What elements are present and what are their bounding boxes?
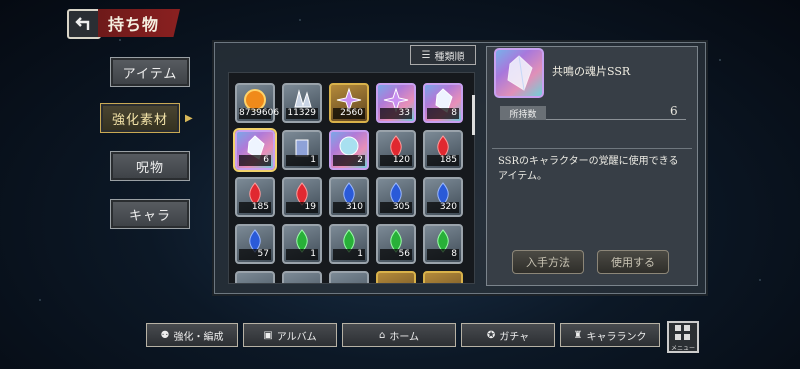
item-quantity: 185 [427,155,459,166]
item-quantity: 8739606 [239,108,280,119]
inventory-cell[interactable]: 310 [329,177,369,217]
inventory-cell[interactable]: 11329 [282,83,322,123]
item-quantity: 33 [380,108,412,119]
shard-icon [507,55,533,91]
tab-materials[interactable]: 強化素材 [100,103,180,133]
item-quantity: 57 [239,249,271,260]
inventory-cell[interactable]: 305 [376,177,416,217]
item-quantity: 2560 [333,108,365,119]
nav-character-rank[interactable]: ♜ キャラランク [560,323,660,347]
inventory-cell[interactable] [423,271,463,283]
inventory-cell[interactable] [235,271,275,283]
item-grid: 8739606 11329 2560 33 8 6 1 2 120 185 185 19 310 305 3… [228,72,475,284]
owned-label: 所持数 [500,106,546,120]
inventory-cell[interactable]: 6 [233,128,277,172]
item-quantity: 305 [380,202,412,213]
grid-menu-icon [675,325,690,340]
inventory-cell[interactable]: 56 [376,224,416,264]
inventory-cell[interactable]: 1 [329,224,369,264]
owned-divider [546,119,686,120]
item-description: SSRのキャラクターの覚醒に使用できるアイテム。 [498,156,679,182]
item-quantity: 11329 [286,108,318,119]
team-icon: ⚉ [160,329,170,341]
grid-scrollbar[interactable] [472,95,475,135]
owned-value: 6 [670,104,678,118]
item-quantity: 120 [380,155,412,166]
inventory-cell[interactable]: 33 [376,83,416,123]
rank-icon: ♜ [573,329,583,341]
page-title: 持ち物 [98,9,180,37]
inventory-cell[interactable]: 8739606 [235,83,280,123]
inventory-cell[interactable] [282,271,322,283]
inventory-cell[interactable]: 8 [423,83,463,123]
nav-home[interactable]: ⌂ ホーム [342,323,456,347]
inventory-cell[interactable]: 1 [282,130,322,170]
item-quantity: 185 [239,202,271,213]
inventory-cell[interactable]: 2560 [329,83,369,123]
back-arrow-icon [75,17,90,30]
nav-album[interactable]: ▣ アルバム [243,323,337,347]
inventory-cell[interactable]: 57 [235,224,275,264]
inventory-cell[interactable]: 120 [376,130,416,170]
tab-items[interactable]: アイテム [110,57,190,87]
description-divider [492,148,692,149]
gacha-icon: ✪ [486,329,496,341]
item-quantity: 8 [427,249,459,260]
sort-button[interactable]: ☰ 種類順 [410,45,476,65]
tab-cursed[interactable]: 呪物 [110,151,190,181]
album-icon: ▣ [263,329,273,341]
item-quantity: 310 [333,202,365,213]
inventory-cell[interactable] [329,271,369,283]
obtain-method-button[interactable]: 入手方法 [512,250,584,274]
tab-characters[interactable]: キャラ [110,199,190,229]
inventory-cell[interactable]: 2 [329,130,369,170]
item-quantity: 320 [427,202,459,213]
item-quantity: 1 [286,155,318,166]
nav-gacha[interactable]: ✪ ガチャ [461,323,555,347]
inventory-cell[interactable]: 8 [423,224,463,264]
item-quantity: 1 [286,249,318,260]
selected-item-icon [494,48,544,98]
menu-label: メニュー [670,345,695,352]
item-quantity: 2 [333,155,365,166]
item-quantity: 1 [333,249,365,260]
inventory-cell[interactable] [376,271,416,283]
inventory-cell[interactable]: 320 [423,177,463,217]
home-icon: ⌂ [378,329,386,341]
item-quantity: 56 [380,249,412,260]
sort-label: 種類順 [434,51,465,63]
inventory-cell[interactable]: 185 [235,177,275,217]
item-quantity: 8 [427,108,459,119]
back-button[interactable] [67,9,101,39]
item-quantity: 6 [239,155,271,166]
item-name: 共鳴の魂片SSR [552,65,631,78]
active-tab-caret-icon: ▶ [185,113,193,124]
inventory-cell[interactable]: 185 [423,130,463,170]
item-quantity: 19 [286,202,318,213]
inventory-cell[interactable]: 1 [282,224,322,264]
sort-icon: ☰ [421,49,431,61]
use-button[interactable]: 使用する [597,250,669,274]
nav-enhance[interactable]: ⚉ 強化・編成 [146,323,238,347]
inventory-cell[interactable]: 19 [282,177,322,217]
